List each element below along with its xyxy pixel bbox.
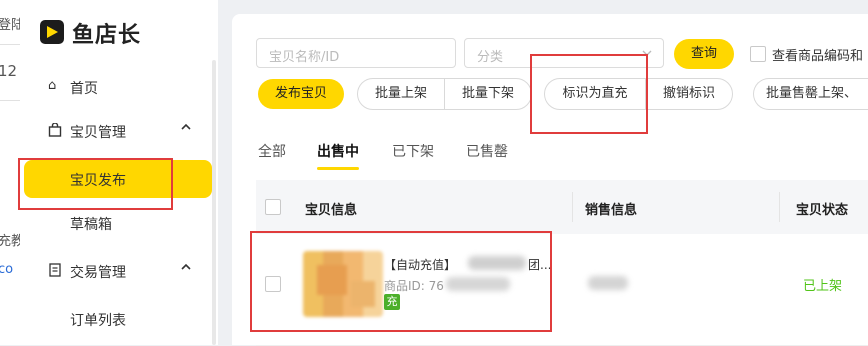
tab-on-sale[interactable]: 出售中 xyxy=(317,141,359,161)
annotation-box xyxy=(530,54,648,134)
sidebar-scrollbar[interactable] xyxy=(212,60,216,345)
strip-text: 充教 xyxy=(0,230,20,249)
list-icon xyxy=(48,263,62,277)
publish-product-button[interactable]: 发布宝贝 xyxy=(258,79,344,109)
chevron-up-icon[interactable] xyxy=(180,261,192,277)
tab-all[interactable]: 全部 xyxy=(258,141,286,161)
product-name-input[interactable]: 宝贝名称/ID xyxy=(256,38,456,68)
sidebar-item-label: 交易管理 xyxy=(70,265,126,281)
sidebar-item-label: 宝贝管理 xyxy=(70,125,126,141)
sidebar-item-label: 草稿箱 xyxy=(70,217,112,233)
column-header: 宝贝状态 xyxy=(796,203,849,218)
logo-icon xyxy=(40,20,64,44)
select-all-checkbox[interactable] xyxy=(265,199,281,215)
sidebar-item-orders[interactable]: 订单列表 xyxy=(20,300,218,338)
column-header: 宝贝信息 xyxy=(305,203,358,218)
sidebar-item-home[interactable]: ⌂ 首页 xyxy=(20,68,218,106)
tab-delisted[interactable]: 已下架 xyxy=(392,141,434,161)
tab-sold-out[interactable]: 已售罄 xyxy=(466,141,508,161)
cancel-mark-button[interactable]: 撤销标识 xyxy=(645,78,733,110)
batch-soldout-button[interactable]: 批量售罄上架、 xyxy=(753,78,868,110)
sidebar-item-trade-management[interactable]: 交易管理 xyxy=(20,252,218,290)
strip-text: 登陆 xyxy=(0,14,20,33)
sidebar-item-label: 订单列表 xyxy=(70,313,126,329)
sidebar-item-product-management[interactable]: 宝贝管理 xyxy=(20,112,218,150)
annotation-box xyxy=(250,231,552,332)
strip-text: 12 xyxy=(0,62,18,80)
batch-list-button[interactable]: 批量上架 xyxy=(357,78,445,110)
column-header: 销售信息 xyxy=(585,203,638,218)
strip-link[interactable]: co xyxy=(0,262,13,277)
chevron-up-icon[interactable] xyxy=(180,121,192,137)
blurred-text xyxy=(588,276,628,290)
logo-text: 鱼店长 xyxy=(72,23,142,48)
active-tab-indicator xyxy=(317,167,359,170)
show-code-checkbox[interactable] xyxy=(750,46,766,62)
status-badge: 已上架 xyxy=(803,279,843,294)
batch-unlist-button[interactable]: 批量下架 xyxy=(444,78,532,110)
show-code-label: 查看商品编码和 xyxy=(772,49,864,64)
bag-icon xyxy=(48,122,62,137)
home-icon: ⌂ xyxy=(48,78,57,93)
sidebar-item-label: 首页 xyxy=(70,81,98,97)
query-button[interactable]: 查询 xyxy=(674,39,734,69)
annotation-box xyxy=(18,158,173,210)
